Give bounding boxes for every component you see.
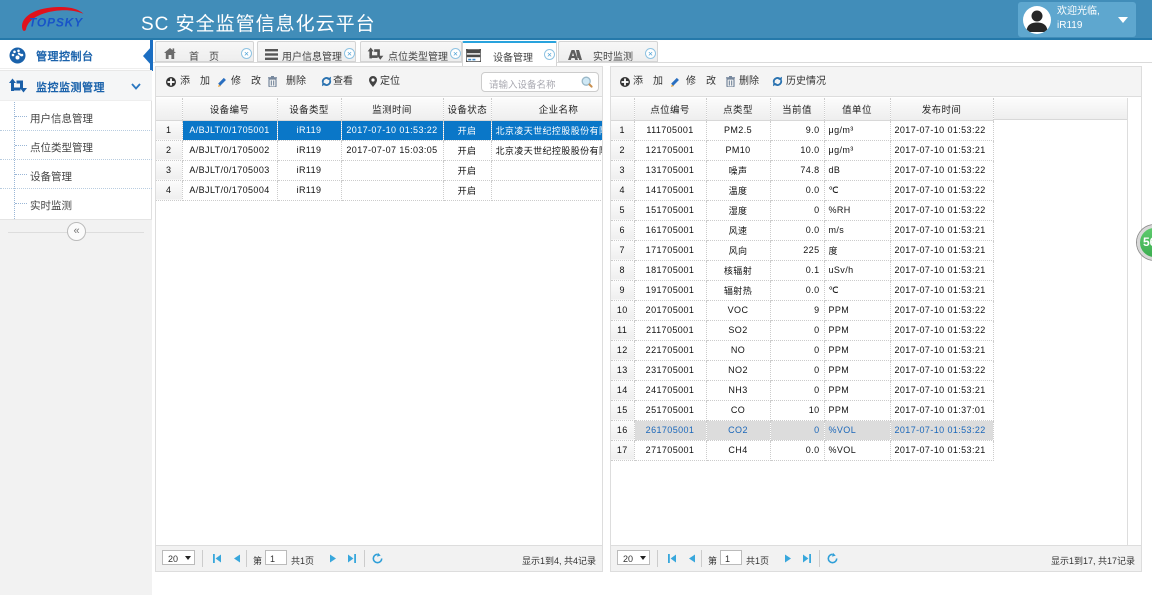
svg-text:TOPSKY: TOPSKY xyxy=(29,16,83,30)
